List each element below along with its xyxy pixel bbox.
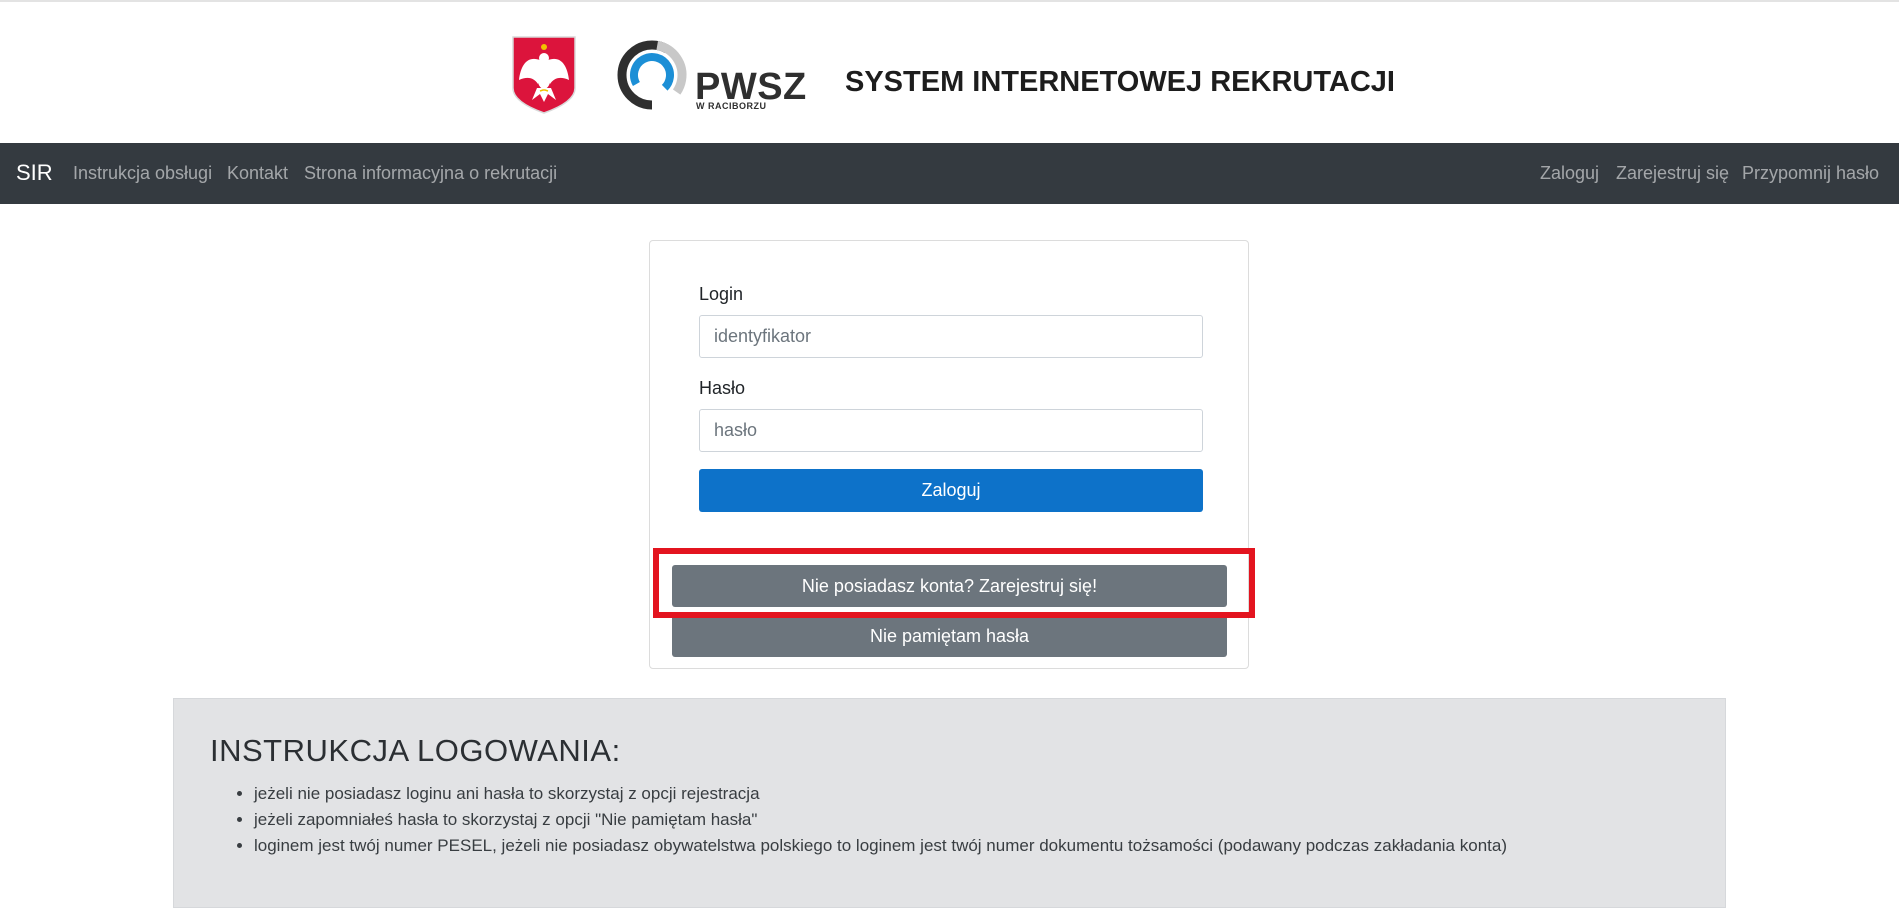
login-input[interactable] — [699, 315, 1203, 358]
login-card: Login Hasło Zaloguj Nie posiadasz konta?… — [649, 240, 1249, 669]
polish-eagle-emblem-icon — [512, 36, 576, 114]
instructions-list: jeżeli nie posiadasz loginu ani hasła to… — [210, 781, 1507, 859]
register-button[interactable]: Nie posiadasz konta? Zarejestruj się! — [672, 565, 1227, 607]
login-instructions-panel: INSTRUKCJA LOGOWANIA: jeżeli nie posiada… — [173, 698, 1726, 908]
nav-link-zaloguj[interactable]: Zaloguj — [1540, 163, 1599, 184]
list-item: jeżeli nie posiadasz loginu ani hasła to… — [254, 781, 1507, 807]
instructions-title: INSTRUKCJA LOGOWANIA: — [210, 733, 621, 768]
nav-link-przypomnij-haslo[interactable]: Przypomnij hasło — [1742, 163, 1879, 184]
login-submit-button[interactable]: Zaloguj — [699, 469, 1203, 512]
list-item: loginem jest twój numer PESEL, jeżeli ni… — [254, 833, 1507, 859]
page-header: PWSZ W RACIBORZU SYSTEM INTERNETOWEJ REK… — [0, 2, 1899, 143]
nav-link-kontakt[interactable]: Kontakt — [227, 163, 288, 184]
forgot-password-button[interactable]: Nie pamiętam hasła — [672, 615, 1227, 657]
nav-link-instrukcja[interactable]: Instrukcja obsługi — [73, 163, 212, 184]
password-input[interactable] — [699, 409, 1203, 452]
pwsz-logo-subtext: W RACIBORZU — [696, 101, 767, 111]
page-title: SYSTEM INTERNETOWEJ REKRUTACJI — [845, 66, 1395, 98]
navbar-brand[interactable]: SIR — [16, 160, 53, 186]
nav-link-zarejestruj[interactable]: Zarejestruj się — [1616, 163, 1729, 184]
top-navbar: SIR Instrukcja obsługi Kontakt Strona in… — [0, 143, 1899, 204]
password-label: Hasło — [699, 378, 746, 398]
nav-link-strona-informacyjna[interactable]: Strona informacyjna o rekrutacji — [304, 163, 557, 184]
list-item: jeżeli zapomniałeś hasła to skorzystaj z… — [254, 807, 1507, 833]
login-label: Login — [699, 284, 744, 304]
